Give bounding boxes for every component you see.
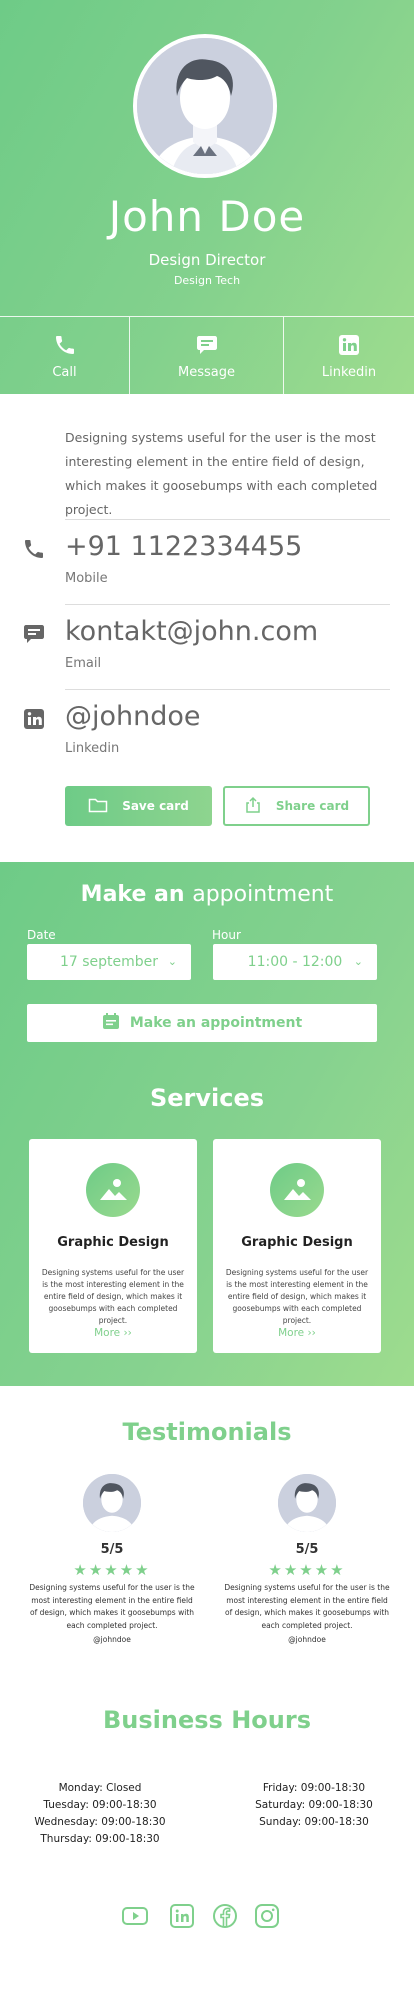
service-description: Designing systems useful for the user is… xyxy=(41,1268,185,1325)
social-links xyxy=(0,1902,414,2002)
testimonial-user: @johndoe xyxy=(93,1635,131,1644)
email-label: Email xyxy=(65,656,102,671)
profile-title: Design Director xyxy=(148,251,266,269)
testimonial-user: @johndoe xyxy=(288,1635,326,1644)
testimonial-score: 5/5 xyxy=(295,1542,319,1557)
service-title: Graphic Design xyxy=(241,1235,353,1250)
linkedin-value: @johndoe xyxy=(65,701,201,732)
business-hours-title: Business Hours xyxy=(103,1706,311,1734)
share-icon xyxy=(244,796,262,817)
share-card-label: Share card xyxy=(275,799,350,813)
message-button[interactable]: Message xyxy=(130,317,284,394)
phone-icon xyxy=(53,331,77,359)
card-actions: Save card Share card xyxy=(0,774,414,862)
testimonials-title: Testimonials xyxy=(122,1418,292,1446)
contact-email[interactable]: kontakt@john.com Email xyxy=(0,604,414,689)
divider xyxy=(65,519,390,520)
divider xyxy=(65,689,390,690)
date-select[interactable]: 17 september ⌄ xyxy=(27,944,191,980)
divider xyxy=(65,604,390,605)
chevron-down-icon: ⌄ xyxy=(353,955,363,968)
service-description: Designing systems useful for the user is… xyxy=(225,1268,369,1325)
profile-avatar xyxy=(133,34,277,178)
testimonial-text: Designing systems useful for the user is… xyxy=(224,1583,390,1630)
hours-item: Sunday: 09:00-18:30 xyxy=(259,1816,369,1828)
contact-phone[interactable]: +91 1122334455 Mobile xyxy=(0,519,414,604)
message-icon xyxy=(22,622,46,650)
hours-left-column: Monday: Closed Tuesday: 09:00-18:30 Wedn… xyxy=(30,1780,170,1848)
testimonial-score: 5/5 xyxy=(100,1542,124,1557)
hours-item: Tuesday: 09:00-18:30 xyxy=(43,1799,157,1811)
star-rating-icon: ★★★★★ xyxy=(73,1561,151,1579)
call-button[interactable]: Call xyxy=(0,317,130,394)
hours-right-column: Friday: 09:00-18:30 Saturday: 09:00-18:3… xyxy=(244,1780,384,1831)
profile-company: Design Tech xyxy=(173,274,241,287)
phone-value: +91 1122334455 xyxy=(65,531,303,562)
hour-select[interactable]: 11:00 - 12:00 ⌄ xyxy=(213,944,377,980)
star-rating-icon: ★★★★★ xyxy=(268,1561,346,1579)
make-appointment-label: Make an appointment xyxy=(129,1015,303,1031)
chevron-down-icon: ⌄ xyxy=(167,955,177,968)
profile-header: John Doe Design Director Design Tech Cal… xyxy=(0,0,414,394)
service-more-link[interactable]: More ›› xyxy=(213,1327,381,1339)
hours-item: Wednesday: 09:00-18:30 xyxy=(34,1816,166,1828)
hours-item: Saturday: 09:00-18:30 xyxy=(255,1799,373,1811)
share-card-button[interactable]: Share card xyxy=(223,786,370,826)
testimonial-card: 5/5 ★★★★★ Designing systems useful for t… xyxy=(27,1474,197,1644)
hour-label: Hour xyxy=(212,928,241,942)
appointment-title-emph: appointment xyxy=(192,882,334,907)
linkedin-label: Linkedin xyxy=(65,741,120,756)
save-card-label: Save card xyxy=(122,799,189,813)
about-text: Designing systems useful for the user is… xyxy=(65,430,378,517)
service-more-link[interactable]: More ›› xyxy=(29,1327,197,1339)
hour-value: 11:00 - 12:00 xyxy=(247,954,343,970)
testimonial-text: Designing systems useful for the user is… xyxy=(29,1583,195,1630)
date-label: Date xyxy=(27,928,56,942)
date-value: 17 september xyxy=(59,954,159,970)
hours-item: Friday: 09:00-18:30 xyxy=(262,1782,366,1794)
hours-item: Monday: Closed xyxy=(58,1782,142,1794)
phone-label: Mobile xyxy=(65,571,108,586)
avatar xyxy=(83,1474,141,1532)
quick-actions-bar: Call Message Linkedin xyxy=(0,316,414,394)
message-label: Message xyxy=(178,365,235,380)
image-icon xyxy=(86,1163,140,1217)
image-icon xyxy=(270,1163,324,1217)
appointment-services-section: Make an appointment Date 17 september ⌄ … xyxy=(0,862,414,1386)
appointment-title: Make an appointment xyxy=(0,882,414,907)
save-card-button[interactable]: Save card xyxy=(65,786,212,826)
hours-item: Thursday: 09:00-18:30 xyxy=(40,1833,160,1845)
folder-icon xyxy=(88,797,108,816)
contact-linkedin[interactable]: @johndoe Linkedin xyxy=(0,689,414,774)
linkedin-label: Linkedin xyxy=(321,365,377,380)
calendar-icon xyxy=(102,1012,120,1034)
linkedin-button[interactable]: Linkedin xyxy=(284,317,414,394)
business-hours-table: Monday: Closed Tuesday: 09:00-18:30 Wedn… xyxy=(0,1780,414,1902)
make-appointment-button[interactable]: Make an appointment xyxy=(27,1004,377,1042)
profile-name: John Doe xyxy=(108,192,306,241)
email-value: kontakt@john.com xyxy=(65,616,319,647)
call-label: Call xyxy=(52,365,77,380)
service-title: Graphic Design xyxy=(57,1235,169,1250)
message-icon xyxy=(195,331,219,359)
testimonials-list: 5/5 ★★★★★ Designing systems useful for t… xyxy=(0,1474,414,1662)
linkedin-icon xyxy=(22,707,46,735)
testimonial-card: 5/5 ★★★★★ Designing systems useful for t… xyxy=(222,1474,392,1644)
linkedin-icon xyxy=(337,331,361,359)
avatar xyxy=(278,1474,336,1532)
phone-icon xyxy=(22,537,46,565)
service-card: Graphic Design Designing systems useful … xyxy=(213,1139,381,1353)
service-card: Graphic Design Designing systems useful … xyxy=(29,1139,197,1353)
services-title: Services xyxy=(149,1084,265,1112)
appointment-title-prefix: Make an xyxy=(80,882,185,907)
